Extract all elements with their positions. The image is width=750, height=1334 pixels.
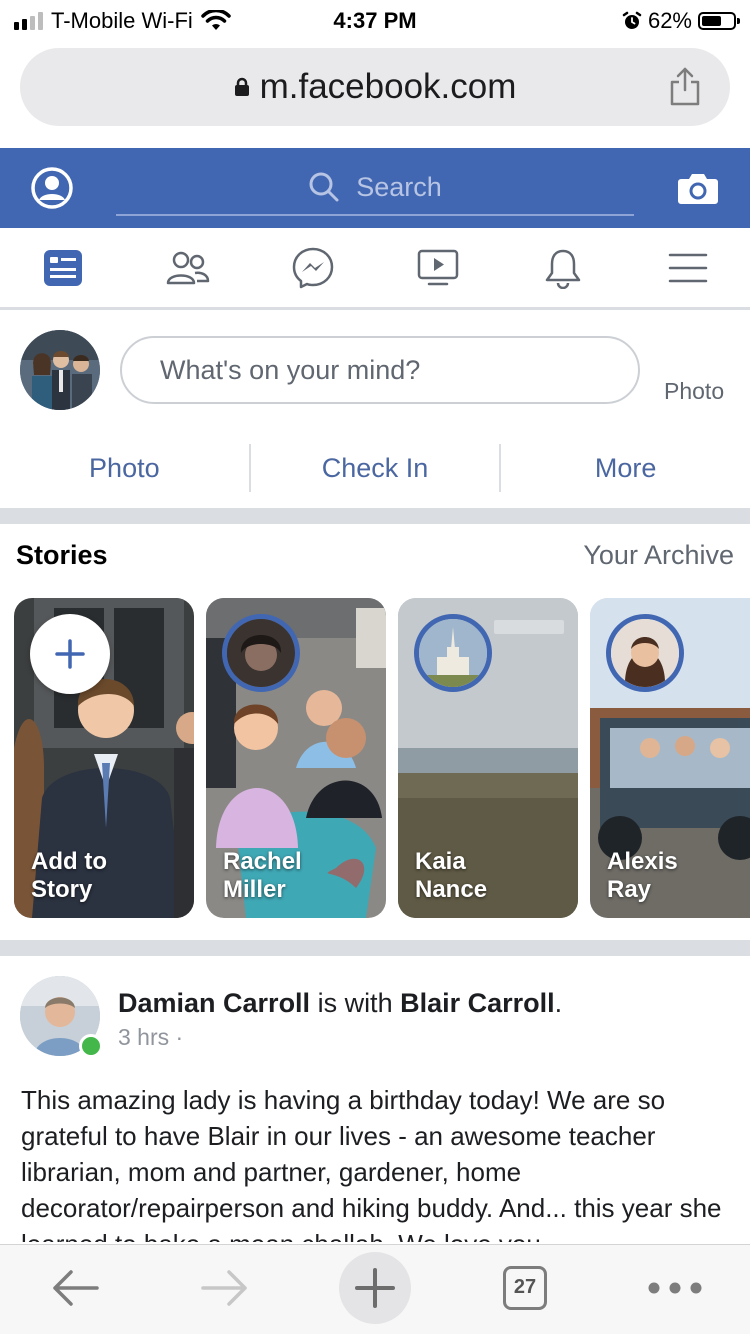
photo-shortcut[interactable]: Photo: [664, 378, 724, 405]
story-card[interactable]: Rachel Miller: [206, 598, 386, 918]
story-name: Rachel Miller: [223, 848, 302, 903]
avatar-photo: [227, 619, 295, 687]
bell-icon: [545, 249, 580, 289]
url-text: m.facebook.com: [259, 67, 517, 106]
address-bar[interactable]: m.facebook.com: [20, 48, 730, 126]
story-avatar: [606, 614, 684, 692]
forward-button[interactable]: [189, 1252, 261, 1324]
tab-messenger[interactable]: [283, 238, 343, 298]
story-card[interactable]: Kaia Nance: [398, 598, 578, 918]
status-bar: T-Mobile Wi-Fi 4:37 PM 62%: [0, 0, 750, 42]
post-tagged-name[interactable]: Blair Carroll: [400, 988, 555, 1018]
avatar-photo: [611, 619, 679, 687]
forward-arrow-icon: [201, 1269, 247, 1306]
battery-percent: 62%: [647, 8, 692, 33]
fb-header: Search: [0, 148, 750, 228]
tab-notifications[interactable]: [533, 238, 593, 298]
story-card-add[interactable]: Add to Story: [14, 598, 194, 918]
check-in-button[interactable]: Check In: [251, 444, 502, 492]
more-options-button[interactable]: [639, 1252, 711, 1324]
carrier-info: T-Mobile Wi-Fi: [14, 8, 231, 34]
tab-watch[interactable]: [408, 238, 468, 298]
avatar-photo: [419, 619, 487, 687]
online-status-indicator: [79, 1034, 103, 1058]
status-input-placeholder: What's on your mind?: [160, 354, 421, 385]
browser-toolbar: 27: [0, 1244, 750, 1334]
your-archive-link[interactable]: Your Archive: [583, 540, 734, 571]
post-with-text: is with: [310, 988, 401, 1018]
stories-title: Stories: [16, 540, 108, 570]
post-header-suffix: .: [554, 988, 563, 1018]
group-photo: [20, 330, 100, 410]
friends-icon: [166, 251, 209, 284]
back-arrow-icon: [53, 1269, 99, 1306]
status-input[interactable]: What's on your mind?: [120, 336, 640, 404]
battery-info: 62%: [622, 8, 740, 34]
watch-video-icon: [417, 249, 458, 285]
new-tab-button[interactable]: [339, 1251, 411, 1324]
my-avatar[interactable]: [20, 330, 100, 410]
hamburger-menu-icon: [668, 253, 707, 282]
alarm-icon: [622, 11, 642, 29]
plus-icon: [355, 1267, 395, 1308]
story-avatar: [414, 614, 492, 692]
post-composer: What's on your mind? Photo Photo Check I…: [0, 312, 750, 508]
share-icon[interactable]: [668, 66, 702, 106]
cellular-signal-icon: [14, 12, 43, 30]
search-input[interactable]: Search: [116, 160, 634, 216]
stories-carousel[interactable]: Add to Story Rachel Miller Kaia Nance Al…: [14, 598, 750, 918]
stories-header: Stories Your Archive: [16, 540, 734, 571]
messenger-icon: [292, 247, 333, 288]
add-story-button[interactable]: [30, 614, 110, 694]
tab-friends[interactable]: [158, 238, 218, 298]
section-divider: [0, 508, 750, 524]
carrier-label: T-Mobile Wi-Fi: [51, 8, 193, 33]
post-text: This amazing lady is having a birthday t…: [21, 1085, 722, 1242]
news-feed-icon: [43, 249, 82, 286]
ellipsis-icon: [648, 1282, 702, 1293]
photo-button[interactable]: Photo: [0, 444, 251, 492]
tab-menu[interactable]: [658, 238, 718, 298]
profile-icon[interactable]: [30, 166, 74, 210]
story-avatar: [222, 614, 300, 692]
camera-icon[interactable]: [676, 166, 720, 210]
lock-icon: [234, 77, 249, 96]
wifi-icon: [201, 10, 231, 30]
composer-actions: Photo Check In More: [0, 444, 750, 492]
search-icon: [309, 172, 339, 202]
post-author-name[interactable]: Damian Carroll: [118, 988, 310, 1018]
section-divider: [0, 940, 750, 956]
story-name: Kaia Nance: [415, 848, 488, 903]
back-button[interactable]: [39, 1252, 111, 1324]
more-button[interactable]: More: [501, 444, 750, 492]
search-placeholder: Search: [356, 171, 442, 202]
post-header: Damian Carroll is with Blair Carroll.: [118, 988, 562, 1019]
story-name: Alexis Ray: [607, 848, 678, 903]
tabs-button[interactable]: 27: [489, 1252, 561, 1324]
post-timestamp[interactable]: 3 hrs ·: [118, 1024, 183, 1051]
plus-icon: [55, 639, 85, 669]
battery-icon: [698, 12, 740, 30]
story-card[interactable]: Alexis Ray: [590, 598, 750, 918]
tab-count: 27: [503, 1265, 547, 1310]
tab-news-feed[interactable]: [33, 238, 93, 298]
fb-tab-bar: [0, 228, 750, 310]
story-name: Add to Story: [31, 848, 107, 903]
